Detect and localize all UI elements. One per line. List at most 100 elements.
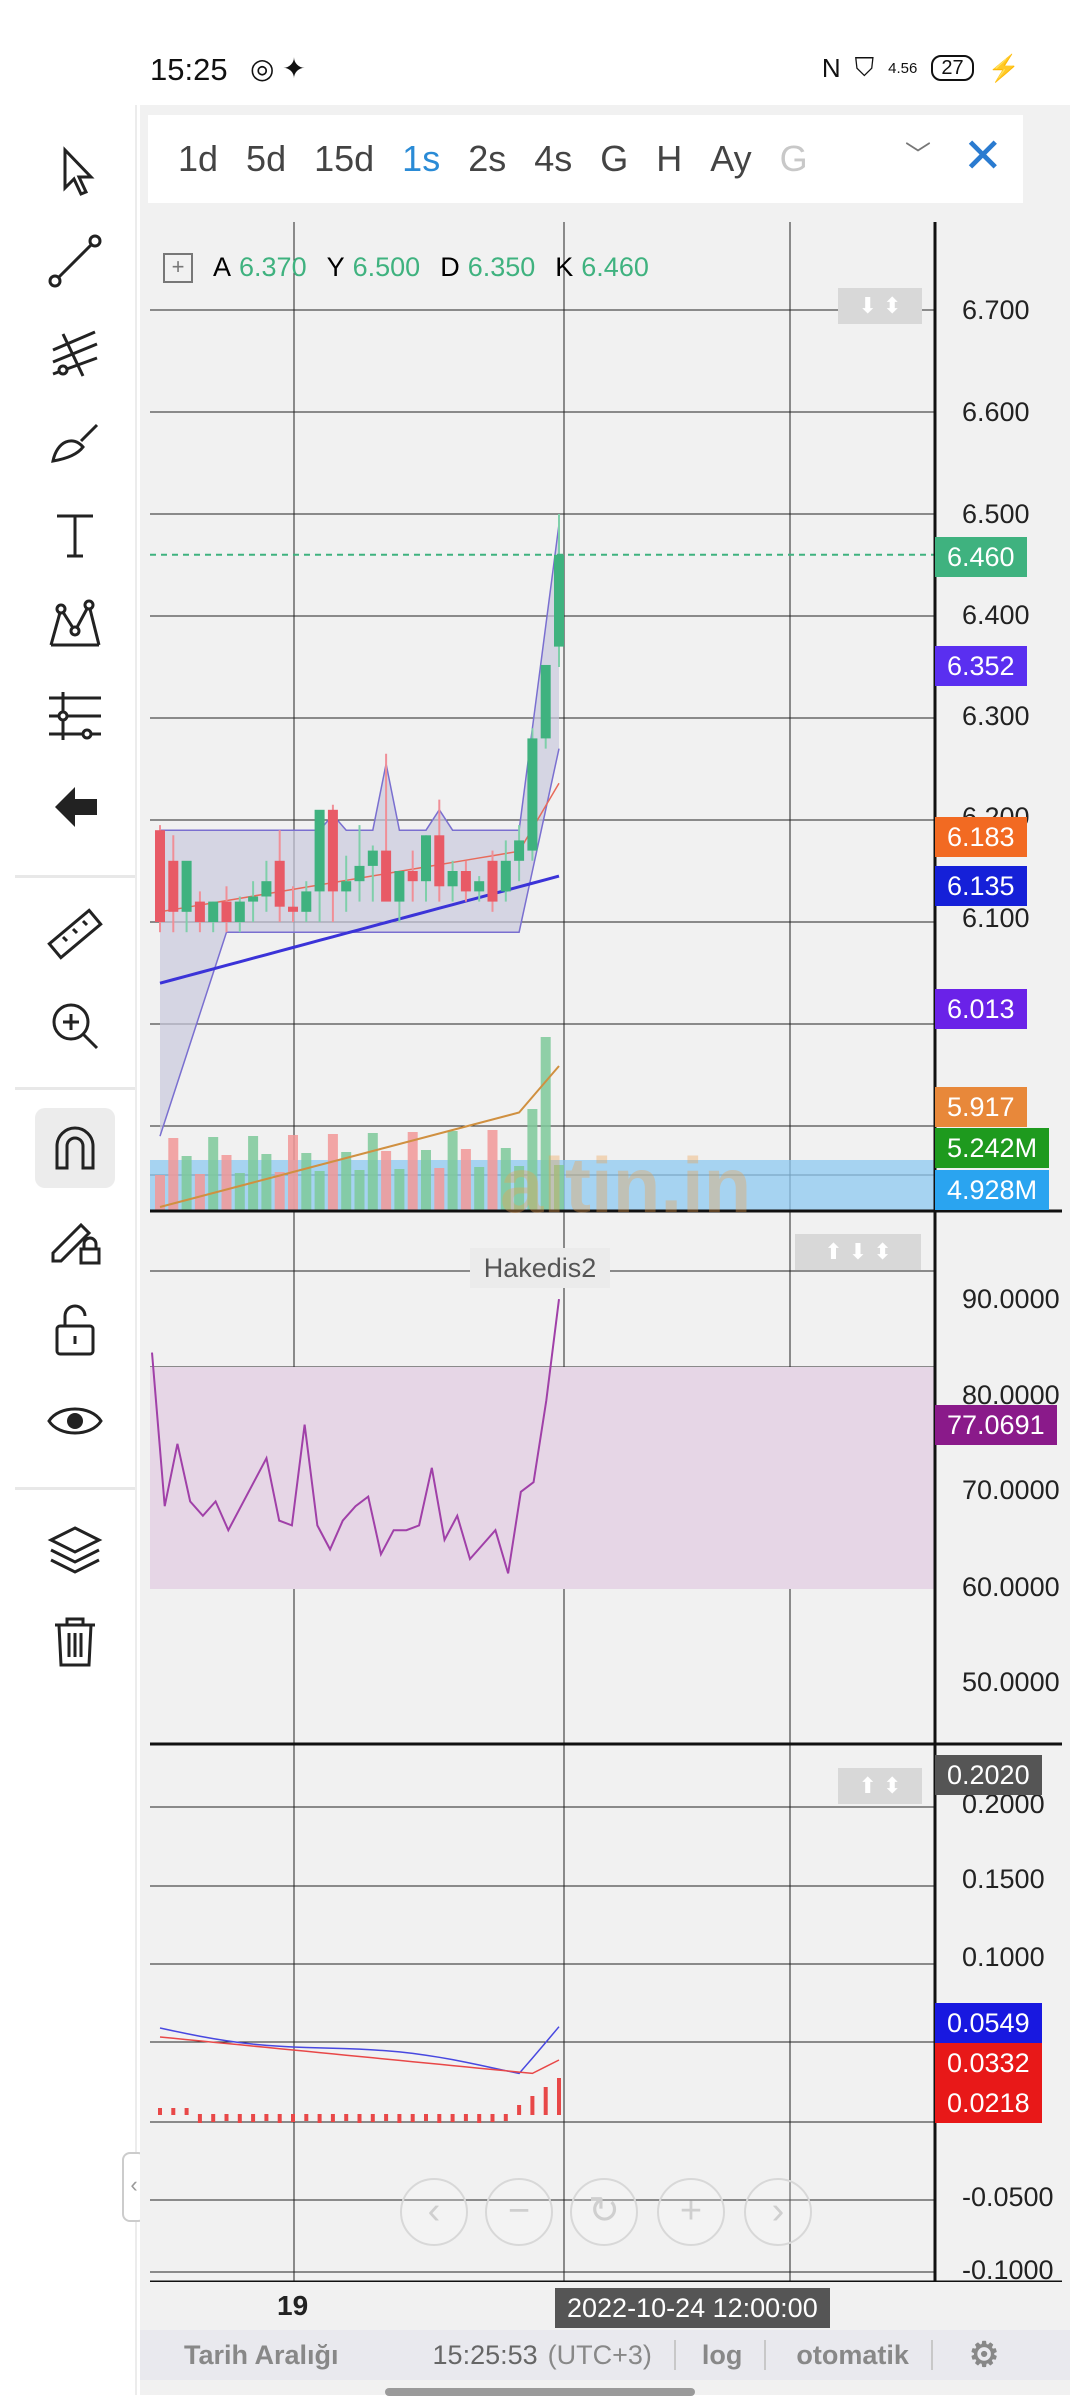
macd-histogram-bar	[503, 2114, 508, 2121]
macd-label: 0.0218	[935, 2083, 1042, 2123]
status-right: Ν ⛉ 4.56 27 ⚡	[822, 52, 1020, 84]
price-label: 6.013	[935, 989, 1027, 1029]
macd-axis-tick: 0.1500	[962, 1864, 1045, 1894]
pane-move-buttons[interactable]: ⬇ ⬍	[838, 288, 922, 324]
candle-body	[474, 881, 485, 892]
trash-icon[interactable]	[35, 1601, 115, 1681]
toolbar-divider	[15, 1487, 135, 1490]
auto-scale-toggle[interactable]: otomatik	[796, 2340, 909, 2371]
volume-bar	[434, 1168, 445, 1210]
lock-drawings-icon[interactable]	[35, 1199, 115, 1279]
collapse-arrow-icon[interactable]	[35, 767, 115, 847]
timeframe-2s[interactable]: 2s	[468, 138, 506, 180]
macd-histogram-bar	[477, 2114, 482, 2123]
macd-histogram-bar	[543, 2087, 548, 2115]
zoom-in-icon[interactable]	[35, 986, 115, 1066]
ruler-icon[interactable]	[35, 895, 115, 975]
macd-label: 0.2020	[935, 1755, 1042, 1795]
layers-icon[interactable]	[35, 1510, 115, 1590]
reset-button[interactable]: ↻	[570, 2178, 638, 2246]
macd-histogram-bar	[264, 2114, 269, 2121]
timeframe-bar: 1d 5d 15d 1s 2s 4s G H Ay G ﹀ ✕	[148, 115, 1023, 203]
macd-histogram-bar	[357, 2114, 362, 2123]
close-icon[interactable]: ✕	[963, 133, 1003, 181]
volume-bar	[301, 1153, 312, 1210]
timeframe-1s[interactable]: 1s	[402, 138, 440, 180]
macd-histogram-bar	[437, 2114, 442, 2123]
expand-icon[interactable]: +	[163, 252, 193, 283]
zoom-out-button[interactable]: −	[485, 2178, 553, 2246]
timeframe-1d[interactable]: 1d	[178, 138, 218, 180]
candle-body	[274, 860, 285, 907]
status-time: 15:25	[150, 52, 228, 87]
timeframe-more[interactable]: G	[780, 138, 808, 180]
macd-histogram-bar	[397, 2114, 402, 2123]
timeframe-h[interactable]: H	[656, 138, 682, 180]
macd-histogram-bar	[211, 2114, 216, 2122]
candle-body	[314, 809, 325, 892]
candle-body	[181, 860, 192, 912]
timeframe-ay[interactable]: Ay	[710, 138, 751, 180]
timezone[interactable]: (UTC+3)	[548, 2340, 652, 2371]
clock: 15:25:53	[432, 2339, 538, 2370]
price-axis-tick: 6.600	[962, 397, 1030, 427]
macd-histogram-bar	[517, 2105, 522, 2115]
candle-body	[381, 850, 392, 902]
date-range-button[interactable]: Tarih Aralığı	[184, 2340, 339, 2371]
candle-body	[155, 830, 165, 922]
macd-axis-tick: -0.1000	[962, 2255, 1054, 2285]
timeframe-15d[interactable]: 15d	[314, 138, 374, 180]
cursor-icon[interactable]	[35, 130, 115, 210]
price-label: 5.242M	[935, 1128, 1050, 1168]
timeframe-5d[interactable]: 5d	[246, 138, 286, 180]
eye-icon[interactable]	[35, 1381, 115, 1461]
macd-histogram-bar	[197, 2114, 202, 2123]
price-label: 6.460	[935, 537, 1027, 577]
price-axis-tick: 6.700	[962, 295, 1030, 325]
nfc-icon: Ν	[821, 52, 841, 83]
scroll-left-button[interactable]: ‹	[400, 2178, 468, 2246]
candle-body	[407, 871, 418, 882]
unlock-icon[interactable]	[35, 1290, 115, 1370]
candle-body	[248, 896, 259, 902]
volume-bar	[367, 1133, 378, 1210]
chevron-down-icon[interactable]: ﹀	[905, 135, 931, 172]
volume-bar	[248, 1136, 259, 1210]
volume-bar	[474, 1167, 485, 1210]
trend-line-icon[interactable]	[35, 221, 115, 301]
pane-move-buttons[interactable]: ⬆ ⬍	[838, 1768, 922, 1804]
rsi-band	[150, 1367, 935, 1589]
price-label: 4.928M	[935, 1170, 1050, 1210]
volume-bar	[447, 1131, 458, 1210]
close-label: K	[555, 252, 574, 282]
gear-icon[interactable]: ⚙	[969, 2335, 999, 2375]
watermark: altin.in	[500, 1141, 751, 1229]
magnet-icon[interactable]	[35, 1108, 115, 1188]
timeframe-4s[interactable]: 4s	[534, 138, 572, 180]
battery-icon: 27	[931, 55, 974, 81]
macd-axis-tick: -0.0500	[962, 2182, 1054, 2212]
rsi-axis-tick: 90.0000	[962, 1284, 1060, 1314]
pitchfork-icon[interactable]	[35, 312, 115, 392]
fib-levels-icon[interactable]	[35, 676, 115, 756]
timeframe-g[interactable]: G	[600, 138, 628, 180]
pane-move-buttons[interactable]: ⬆ ⬇ ⬍	[795, 1234, 921, 1270]
pattern-icon[interactable]	[35, 585, 115, 665]
text-tool-icon[interactable]	[35, 494, 115, 574]
status-bar: 15:25 ◎ ✦ Ν ⛉ 4.56 27 ⚡	[0, 0, 1080, 105]
volume-bar	[221, 1155, 232, 1210]
low-label: D	[440, 252, 460, 282]
open-label: A	[213, 252, 232, 282]
toolbar-divider	[15, 1087, 135, 1090]
low-value: 6.350	[467, 252, 536, 282]
volume-bar	[381, 1151, 392, 1210]
scroll-right-button[interactable]: ›	[744, 2178, 812, 2246]
volume-bar	[407, 1132, 418, 1210]
candle-body	[460, 871, 471, 892]
candle-body	[394, 871, 405, 902]
brush-icon[interactable]	[35, 403, 115, 483]
log-scale-toggle[interactable]: log	[702, 2340, 743, 2371]
rsi-axis-tick: 60.0000	[962, 1572, 1060, 1602]
indicator-title[interactable]: Hakedis2	[470, 1248, 610, 1288]
zoom-in-button[interactable]: +	[657, 2178, 725, 2246]
